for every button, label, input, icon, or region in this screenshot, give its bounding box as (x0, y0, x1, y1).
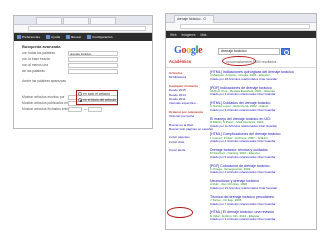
browser-tab[interactable] (63, 17, 89, 24)
result-actions[interactable]: Citado por 18 Artículos relacionados Cit… (210, 78, 314, 82)
result-count-highlight (222, 56, 256, 66)
result-item: El manejo del drenaje torácico en UCI R M… (210, 117, 314, 133)
any-words-input[interactable] (68, 63, 118, 68)
settings-icon (87, 35, 92, 40)
exact-phrase-input[interactable] (68, 57, 118, 62)
browser-tabbar (14, 16, 152, 25)
browser-tabbar: drenaje torácico - G (166, 14, 316, 23)
result-item: [HTML] Complicaciones del drenaje toráci… (210, 132, 314, 148)
gbar-web[interactable]: Web (170, 33, 177, 37)
field-label: con la frase exacta (22, 57, 50, 61)
search-button[interactable] (281, 48, 290, 55)
gbar-item[interactable]: Configuración (87, 35, 113, 40)
result-actions[interactable]: Citado por 3 Artículos relacionados Cita… (210, 218, 314, 222)
address-bar[interactable] (180, 24, 310, 29)
gbar-item[interactable]: Preferencias (17, 35, 40, 40)
result-item: [HTML] Cuidados del drenaje torácico C Ga… (210, 101, 314, 117)
browser-tab[interactable]: drenaje torácico - G (174, 15, 214, 23)
header-divider (166, 67, 316, 68)
result-item: [HTML] El drenaje torácico: una revisión… (210, 210, 314, 226)
result-item: [PDF] Indicaciones de drenaje torácico JA… (210, 86, 314, 102)
result-actions[interactable]: Citado por 15 Artículos relacionados Cit… (210, 187, 314, 191)
result-actions[interactable]: Citado por 7 Artículos relacionados Cita… (210, 203, 314, 207)
preferences-icon (17, 35, 21, 40)
result-actions[interactable]: Citado por 3 Artículos relacionados Cita… (210, 93, 314, 97)
field-label: con al menos una (22, 63, 49, 67)
address-bar[interactable] (28, 26, 146, 31)
radio-selected-icon[interactable] (78, 98, 82, 102)
result-item: [HTML] Indicaciones quirúrgicas del dren… (210, 70, 314, 86)
radio-icon[interactable] (78, 92, 82, 96)
sidebar-item[interactable]: Buscar sólo páginas en español (169, 127, 213, 131)
google-logo[interactable]: Google (174, 45, 203, 56)
results-list: [HTML] Indicaciones quirúrgicas del dren… (210, 70, 314, 226)
result-actions[interactable]: Citado por 11 Artículos relacionados Cit… (210, 125, 314, 129)
scholar-label: Académico (169, 59, 192, 64)
gbar-more[interactable]: Más (201, 33, 207, 37)
sidebar-item[interactable]: Crear alerta (169, 148, 207, 152)
result-item: Neumotórax y drenaje torácico A Ruiz - Re… (210, 179, 314, 195)
form-heading: Búsqueda avanzada (22, 44, 61, 49)
date-from-input[interactable] (68, 107, 82, 112)
search-icon (66, 35, 71, 40)
date-label: Mostrar artículos fechados entre (22, 107, 70, 111)
result-actions[interactable]: Citado por 9 Artículos relacionados Cita… (210, 109, 314, 113)
gbar-item[interactable]: Buscar (66, 35, 81, 40)
field-label: donde las palabras aparezcan (22, 79, 67, 83)
google-bar: Preferencias Ayuda Buscar Configuración (14, 33, 152, 41)
scholar-results-window: drenaje torácico - G Web Imágenes Más Go… (165, 13, 317, 230)
field-label: sin las palabras (22, 69, 45, 73)
search-input[interactable]: drenaje torácico (218, 48, 280, 55)
author-label: Mostrar artículos escritos por (22, 95, 65, 99)
result-actions[interactable]: Citado por 2 Artículos relacionados Cita… (210, 171, 314, 175)
gbar-images[interactable]: Imágenes (182, 33, 196, 37)
browser-tab[interactable] (36, 17, 62, 24)
publication-label: Mostrar artículos publicados en (22, 101, 68, 105)
result-actions[interactable]: Citado por 4 Artículos relacionados Cita… (210, 140, 314, 144)
all-words-input[interactable]: drenaje torácico (68, 51, 118, 56)
field-label: con todas las palabras (22, 51, 55, 55)
word-location-options: en todo el artículo en el título del art… (76, 90, 118, 105)
option-title[interactable]: en el título del artículo (77, 97, 117, 103)
result-actions[interactable]: Citado por 6 Artículos relacionados Cita… (210, 156, 314, 160)
date-separator: — (84, 107, 88, 111)
result-item: [PDF] Colocación de drenaje torácico F Or… (210, 164, 314, 180)
browser-tab[interactable] (90, 17, 116, 24)
address-bar-row (14, 25, 152, 33)
help-icon (46, 35, 51, 40)
advanced-search-window: Preferencias Ayuda Buscar Configuración … (13, 15, 153, 129)
date-to-input[interactable] (88, 107, 102, 112)
gbar-item[interactable]: Ayuda (46, 35, 60, 40)
google-bar: Web Imágenes Más (166, 31, 316, 38)
left-sidebar: Artículos Mi biblioteca Cualquier momento D… (169, 71, 213, 153)
create-alert-highlight (167, 207, 193, 218)
without-words-input[interactable] (68, 69, 118, 74)
address-bar-row (166, 23, 316, 31)
result-item: Técnica del drenaje torácico percutáneo J… (210, 195, 314, 211)
result-item: Drenaje torácico: técnica y cuidados M Sa… (210, 148, 314, 164)
